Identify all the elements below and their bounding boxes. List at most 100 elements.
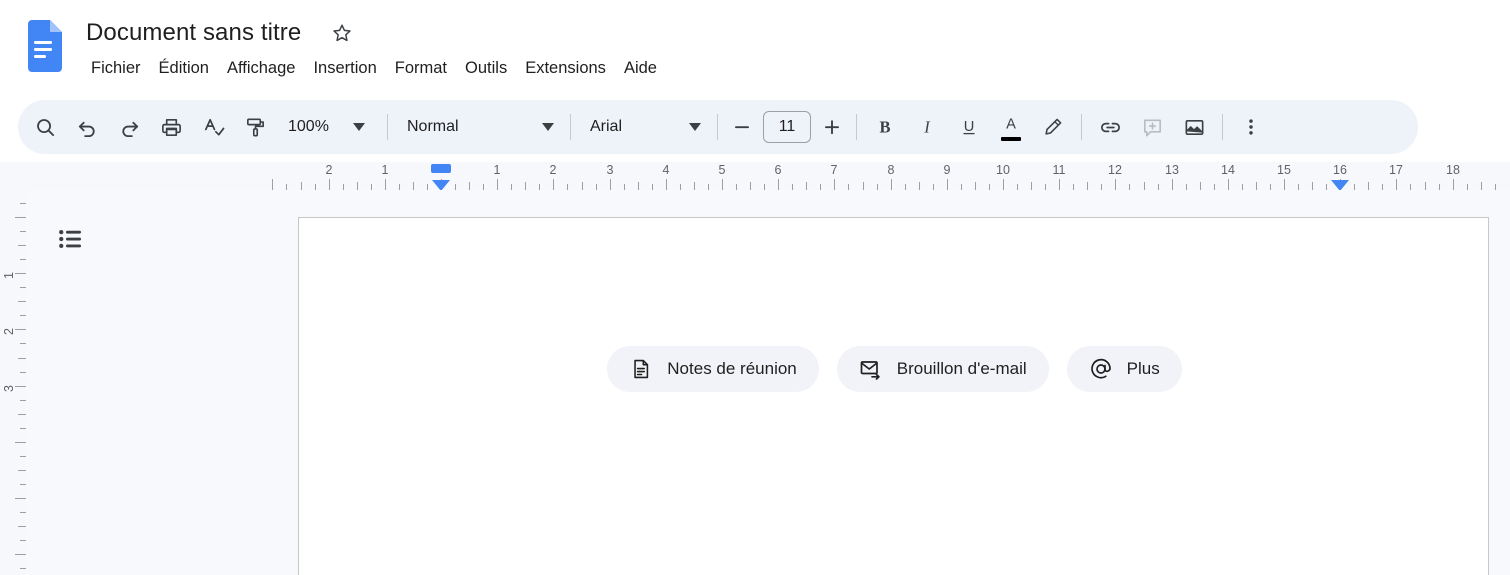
chevron-down-icon [537,116,559,138]
ruler-tick [329,179,330,190]
ruler-tick [18,245,26,246]
undo-icon[interactable] [66,106,108,148]
svg-text:B: B [879,118,890,137]
menu-item-fichier[interactable]: Fichier [82,54,150,82]
ruler-tick [1172,179,1173,190]
ruler-tick [638,182,639,190]
document-outline-icon[interactable] [48,216,94,262]
menu-item-edition[interactable]: Édition [150,54,218,82]
ruler-tick [1284,179,1285,190]
ruler-tick [1003,179,1004,190]
title-row: Document sans titre [82,14,357,52]
ruler-tick [1312,182,1313,190]
ruler-number: 8 [887,163,895,177]
minus-icon[interactable] [725,110,759,144]
ruler-number: 15 [1277,163,1291,177]
ruler-number: 12 [1108,163,1122,177]
ruler-tick [1200,182,1201,190]
ruler-tick [1368,182,1369,190]
ruler-tick [15,498,26,499]
ruler-number: 9 [943,163,951,177]
text-color-button[interactable]: A [990,106,1032,148]
insert-image-icon[interactable] [1173,106,1215,148]
toolbar-divider [717,114,718,140]
ruler-number: 14 [1221,163,1235,177]
zoom-dropdown[interactable]: 100% [276,107,380,147]
ruler-tick [15,442,26,443]
ruler-tick [975,182,976,190]
menu-item-extensions[interactable]: Extensions [516,54,615,82]
chip-more[interactable]: Plus [1066,346,1182,392]
ruler-tick [1087,182,1088,190]
chip-meeting-notes[interactable]: Notes de réunion [607,346,819,392]
highlight-pen-icon[interactable] [1032,106,1074,148]
star-icon[interactable] [327,18,357,48]
ruler-tick [891,179,892,190]
horizontal-ruler[interactable]: 2 1 1 2 3 4 5 6 7 8 9 10 11 12 13 14 15 16 17 18 [0,162,1510,191]
ruler-tick [18,358,26,359]
paint-format-icon[interactable] [234,106,276,148]
ruler-tick [18,301,26,302]
ruler-number: 2 [325,163,333,177]
ruler-tick [750,182,751,190]
ruler-tick [1059,179,1060,190]
menu-item-outils[interactable]: Outils [456,54,516,82]
ruler-tick [863,182,864,190]
print-icon[interactable] [150,106,192,148]
ruler-number: 1 [381,163,389,177]
toolbar-divider [387,114,388,140]
ruler-tick [1228,179,1229,190]
chip-email-draft[interactable]: Brouillon d'e-mail [836,346,1049,392]
ruler-tick [357,182,358,190]
font-size-stepper: 11 [725,110,849,144]
font-family-dropdown[interactable]: Arial [578,107,710,147]
ruler-number: 3 [2,385,16,392]
ruler-tick [413,182,414,190]
spellcheck-icon[interactable] [192,106,234,148]
ruler-tick [18,526,26,527]
menu-item-aide[interactable]: Aide [615,54,666,82]
paragraph-style-dropdown[interactable]: Normal [395,107,563,147]
ruler-tick [947,179,948,190]
bold-button[interactable]: B [864,106,906,148]
left-indent-marker[interactable] [431,164,451,173]
underline-button[interactable]: U [948,106,990,148]
italic-button[interactable]: I [906,106,948,148]
svg-text:U: U [964,119,975,135]
ruler-tick [1115,179,1116,190]
document-title[interactable]: Document sans titre [82,18,305,48]
vertical-ruler[interactable]: 1 2 3 [0,190,26,575]
ruler-number: 5 [718,163,726,177]
ruler-number: 2 [549,163,557,177]
chevron-down-icon [684,116,706,138]
redo-icon[interactable] [108,106,150,148]
document-page[interactable]: Notes de réunion Brouillon d'e-mail Plus [298,217,1489,575]
search-icon[interactable] [24,106,66,148]
ruler-number: 2 [2,328,16,335]
font-size-input[interactable]: 11 [763,111,811,143]
menu-item-format[interactable]: Format [386,54,456,82]
app-header: Document sans titre Fichier Édition Affi… [0,0,1510,96]
google-docs-logo[interactable] [24,20,62,72]
add-comment-icon[interactable] [1131,106,1173,148]
document-outline-rail [26,190,298,575]
ruler-tick [1031,182,1032,190]
ruler-number: 16 [1333,163,1347,177]
more-vertical-icon[interactable] [1230,106,1272,148]
font-family-value: Arial [590,118,623,135]
formatting-toolbar: 100% Normal Arial 11 B I U A [18,100,1418,154]
ruler-tick [469,182,470,190]
ruler-number: 10 [996,163,1010,177]
toolbar-divider [1081,114,1082,140]
ruler-tick [806,182,807,190]
link-icon[interactable] [1089,106,1131,148]
ruler-tick [301,182,302,190]
ruler-number: 1 [493,163,501,177]
ruler-tick [272,179,273,190]
ruler-tick [15,386,26,387]
plus-icon[interactable] [815,110,849,144]
chip-label: Plus [1126,359,1160,378]
menu-item-insertion[interactable]: Insertion [304,54,385,82]
ruler-tick [15,273,26,274]
menu-item-affichage[interactable]: Affichage [218,54,305,82]
